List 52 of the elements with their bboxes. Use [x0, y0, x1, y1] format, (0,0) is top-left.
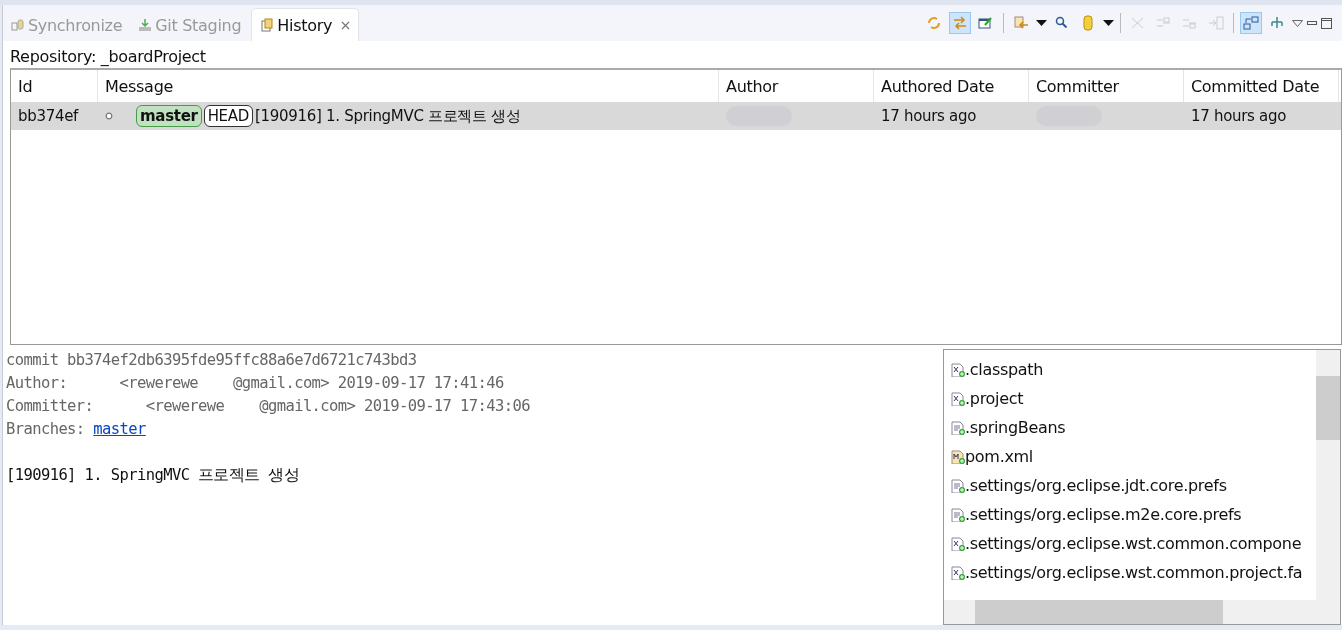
document-stack-icon — [260, 18, 275, 32]
sync-arrows-icon — [926, 15, 942, 31]
maven-file-icon — [951, 449, 965, 464]
xml-file-icon — [951, 362, 965, 377]
text-file-icon — [951, 507, 965, 522]
head-label: HEAD — [203, 105, 253, 127]
sync-icon — [11, 18, 25, 32]
repository-label: Repository: _boardProject — [10, 47, 206, 66]
commit-row[interactable]: bb374ef master HEAD [190916] 1. SpringMVC 프로젝트 생성 17 hours ago 17 hours ago — [11, 102, 1341, 130]
file-name[interactable]: .settings/org.eclipse.jdt.core.prefs — [965, 476, 1227, 495]
branch-tree-icon — [1269, 15, 1285, 31]
text-file-icon — [951, 420, 965, 435]
file-name[interactable]: pom.xml — [965, 447, 1034, 466]
file-name[interactable]: .springBeans — [965, 418, 1066, 437]
xml-file-icon — [951, 391, 965, 406]
file-name[interactable]: .settings/org.eclipse.wst.common.compone — [965, 534, 1302, 553]
view-menu-icon[interactable] — [1292, 19, 1303, 27]
cylinder-icon — [1080, 15, 1096, 31]
branch-link[interactable]: master — [93, 420, 146, 438]
detail-line: Author: <rewerewe @gmail.com> 2019-09-17 17:41:46 — [6, 373, 505, 394]
upload-tray-icon — [138, 18, 153, 32]
table-cell-text: bb374ef — [17, 107, 80, 125]
close-icon[interactable] — [341, 20, 351, 30]
commit-message: [190916] 1. SpringMVC 프로젝트 생성 — [6, 465, 301, 486]
commit-node-icon — [105, 112, 113, 120]
link-arrows-icon — [952, 15, 968, 31]
compare-icon — [1013, 15, 1029, 31]
search-icon — [1054, 15, 1070, 31]
maximize-icon[interactable] — [1321, 17, 1332, 29]
detail-label: Branches: — [6, 420, 86, 438]
view-tab[interactable]: History — [251, 8, 360, 41]
file-name[interactable]: .classpath — [965, 360, 1044, 379]
dropdown-arrow-icon[interactable] — [1103, 20, 1114, 26]
vertical-scrollbar[interactable] — [1316, 350, 1340, 600]
text-file-icon — [951, 478, 965, 493]
minimize-icon[interactable] — [1307, 21, 1317, 25]
commit-message: [190916] 1. SpringMVC 프로젝트 생성 — [255, 106, 521, 126]
detail-line: commit bb374ef2db6395fde95ffc88a6e7d6721c743bd3 — [6, 350, 418, 371]
detail-line: Committer: <rewerewe @gmail.com> 2019-09-17 17:43:06 — [6, 396, 531, 417]
table-cell-text: 17 hours ago — [880, 107, 978, 125]
horizontal-scrollbar[interactable] — [944, 600, 1340, 624]
layout-icon — [1243, 15, 1259, 31]
table-cell-text: 17 hours ago — [1190, 107, 1288, 125]
pencil-window-icon — [978, 15, 994, 31]
file-name[interactable]: .settings/org.eclipse.wst.common.project.fa — [965, 563, 1303, 582]
branch-label: master — [136, 105, 202, 127]
xml-file-icon — [951, 565, 965, 580]
file-name[interactable]: .settings/org.eclipse.m2e.core.prefs — [965, 505, 1242, 524]
document-arrow-icon — [1208, 15, 1224, 31]
dropdown-arrow-icon[interactable] — [1036, 20, 1047, 26]
xml-file-icon — [951, 536, 965, 551]
file-name[interactable]: .project — [965, 389, 1024, 408]
